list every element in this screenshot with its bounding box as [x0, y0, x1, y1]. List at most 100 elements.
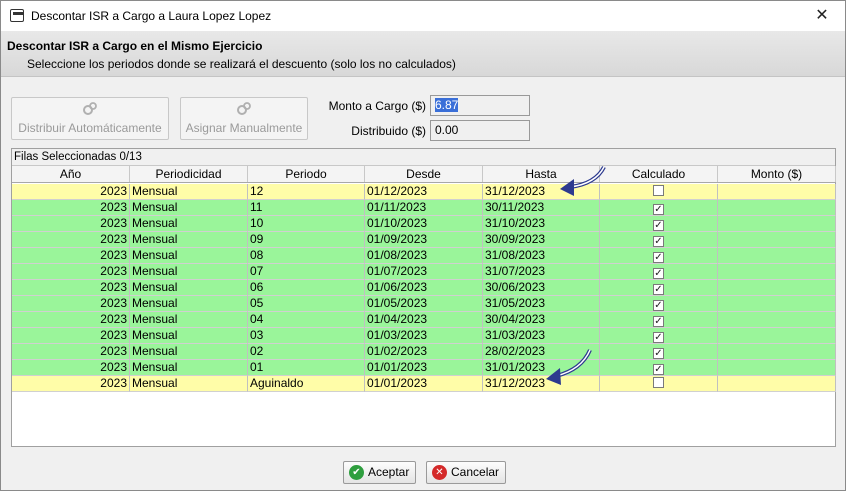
cogs-icon	[237, 102, 251, 115]
monto-cell	[718, 216, 836, 232]
monto-cell	[718, 296, 836, 312]
anio-cell: 2023	[12, 360, 130, 376]
cancelar-label: Cancelar	[451, 465, 500, 479]
periodicidad-cell: Mensual	[130, 184, 248, 200]
periodo-cell: 01	[248, 360, 365, 376]
monto-cell	[718, 344, 836, 360]
aceptar-button[interactable]: ✔ Aceptar	[343, 461, 417, 484]
calculado-checkbox[interactable]: ✓	[653, 236, 664, 247]
calculado-cell	[600, 376, 718, 392]
distribuido-label: Distribuido ($)	[351, 124, 426, 138]
calculado-checkbox[interactable]: ✓	[653, 364, 664, 375]
anio-cell: 2023	[12, 232, 130, 248]
table-row[interactable]: 2023 Mensual 07 01/07/2023 31/07/2023 ✓	[12, 264, 836, 280]
desde-cell: 01/07/2023	[365, 264, 483, 280]
grid-header: Año Periodicidad Periodo Desde Hasta Cal…	[12, 166, 836, 183]
hasta-cell: 31/08/2023	[483, 248, 600, 264]
periodo-cell: 03	[248, 328, 365, 344]
calculado-cell: ✓	[600, 264, 718, 280]
distribuir-label: Distribuir Automáticamente	[18, 121, 162, 135]
hasta-cell: 30/04/2023	[483, 312, 600, 328]
dialog-header: Descontar ISR a Cargo en el Mismo Ejerci…	[1, 31, 845, 77]
periodicidad-cell: Mensual	[130, 376, 248, 392]
desde-cell: 01/05/2023	[365, 296, 483, 312]
desde-cell: 01/11/2023	[365, 200, 483, 216]
calculado-cell	[600, 184, 718, 200]
table-row[interactable]: 2023 Mensual 05 01/05/2023 31/05/2023 ✓	[12, 296, 836, 312]
selected-rows-caption: Filas Seleccionadas 0/13	[12, 149, 835, 166]
periodo-cell: 08	[248, 248, 365, 264]
x-circle-icon: ✕	[432, 465, 447, 480]
asignar-manualmente-button[interactable]: Asignar Manualmente	[180, 97, 308, 140]
table-row[interactable]: 2023 Mensual 11 01/11/2023 30/11/2023 ✓	[12, 200, 836, 216]
periodo-cell: Aguinaldo	[248, 376, 365, 392]
close-button[interactable]: ✕	[799, 1, 845, 31]
periodicidad-cell: Mensual	[130, 296, 248, 312]
monto-field[interactable]: 6.87	[430, 95, 530, 116]
hasta-cell: 31/07/2023	[483, 264, 600, 280]
periodicidad-cell: Mensual	[130, 200, 248, 216]
table-row[interactable]: 2023 Mensual 09 01/09/2023 30/09/2023 ✓	[12, 232, 836, 248]
cancelar-button[interactable]: ✕ Cancelar	[426, 461, 507, 484]
col-header-periodicidad[interactable]: Periodicidad	[130, 166, 248, 182]
periodicidad-cell: Mensual	[130, 360, 248, 376]
table-row[interactable]: 2023 Mensual Aguinaldo 01/01/2023 31/12/2023	[12, 376, 836, 392]
table-row[interactable]: 2023 Mensual 10 01/10/2023 31/10/2023 ✓	[12, 216, 836, 232]
table-row[interactable]: 2023 Mensual 02 01/02/2023 28/02/2023 ✓	[12, 344, 836, 360]
distribuir-automaticamente-button[interactable]: Distribuir Automáticamente	[11, 97, 169, 140]
col-header-periodo[interactable]: Periodo	[248, 166, 365, 182]
title-bar: Descontar ISR a Cargo a Laura Lopez Lope…	[1, 1, 845, 31]
anio-cell: 2023	[12, 248, 130, 264]
calculado-cell: ✓	[600, 232, 718, 248]
calculado-checkbox[interactable]: ✓	[653, 220, 664, 231]
table-row[interactable]: 2023 Mensual 04 01/04/2023 30/04/2023 ✓	[12, 312, 836, 328]
periodicidad-cell: Mensual	[130, 232, 248, 248]
periodo-cell: 12	[248, 184, 365, 200]
desde-cell: 01/04/2023	[365, 312, 483, 328]
table-row[interactable]: 2023 Mensual 03 01/03/2023 31/03/2023 ✓	[12, 328, 836, 344]
col-header-anio[interactable]: Año	[12, 166, 130, 182]
calculado-checkbox[interactable]: ✓	[653, 284, 664, 295]
arrow-annotation-icon	[546, 349, 592, 385]
col-header-monto[interactable]: Monto ($)	[718, 166, 836, 182]
calculado-checkbox[interactable]: ✓	[653, 204, 664, 215]
table-row[interactable]: 2023 Mensual 12 01/12/2023 31/12/2023	[12, 184, 836, 200]
calculado-cell: ✓	[600, 328, 718, 344]
calculado-cell: ✓	[600, 280, 718, 296]
calculado-checkbox[interactable]	[653, 377, 664, 388]
arrow-annotation-icon	[560, 166, 606, 196]
anio-cell: 2023	[12, 328, 130, 344]
table-row[interactable]: 2023 Mensual 06 01/06/2023 30/06/2023 ✓	[12, 280, 836, 296]
anio-cell: 2023	[12, 280, 130, 296]
col-header-calculado[interactable]: Calculado	[600, 166, 718, 182]
calculado-checkbox[interactable]: ✓	[653, 300, 664, 311]
header-subtitle: Seleccione los periodos donde se realiza…	[27, 57, 456, 71]
monto-cell	[718, 328, 836, 344]
calculado-checkbox[interactable]: ✓	[653, 268, 664, 279]
anio-cell: 2023	[12, 184, 130, 200]
hasta-cell: 31/05/2023	[483, 296, 600, 312]
col-header-desde[interactable]: Desde	[365, 166, 483, 182]
monto-cell	[718, 200, 836, 216]
distribuido-field[interactable]: 0.00	[430, 120, 530, 141]
periodo-cell: 06	[248, 280, 365, 296]
periodo-cell: 07	[248, 264, 365, 280]
monto-cell	[718, 312, 836, 328]
monto-cell	[718, 376, 836, 392]
anio-cell: 2023	[12, 264, 130, 280]
periods-grid[interactable]: Filas Seleccionadas 0/13 Año Periodicida…	[11, 148, 836, 447]
calculado-checkbox[interactable]: ✓	[653, 252, 664, 263]
calculado-checkbox[interactable]: ✓	[653, 332, 664, 343]
table-row[interactable]: 2023 Mensual 08 01/08/2023 31/08/2023 ✓	[12, 248, 836, 264]
periodo-cell: 04	[248, 312, 365, 328]
distribuido-value: 0.00	[435, 123, 459, 137]
desde-cell: 01/02/2023	[365, 344, 483, 360]
calculado-checkbox[interactable]: ✓	[653, 348, 664, 359]
anio-cell: 2023	[12, 312, 130, 328]
monto-cell	[718, 232, 836, 248]
table-row[interactable]: 2023 Mensual 01 01/01/2023 31/01/2023 ✓	[12, 360, 836, 376]
calculado-checkbox[interactable]	[653, 185, 664, 196]
calculado-checkbox[interactable]: ✓	[653, 316, 664, 327]
header-title: Descontar ISR a Cargo en el Mismo Ejerci…	[7, 39, 263, 53]
window-icon	[10, 9, 24, 22]
